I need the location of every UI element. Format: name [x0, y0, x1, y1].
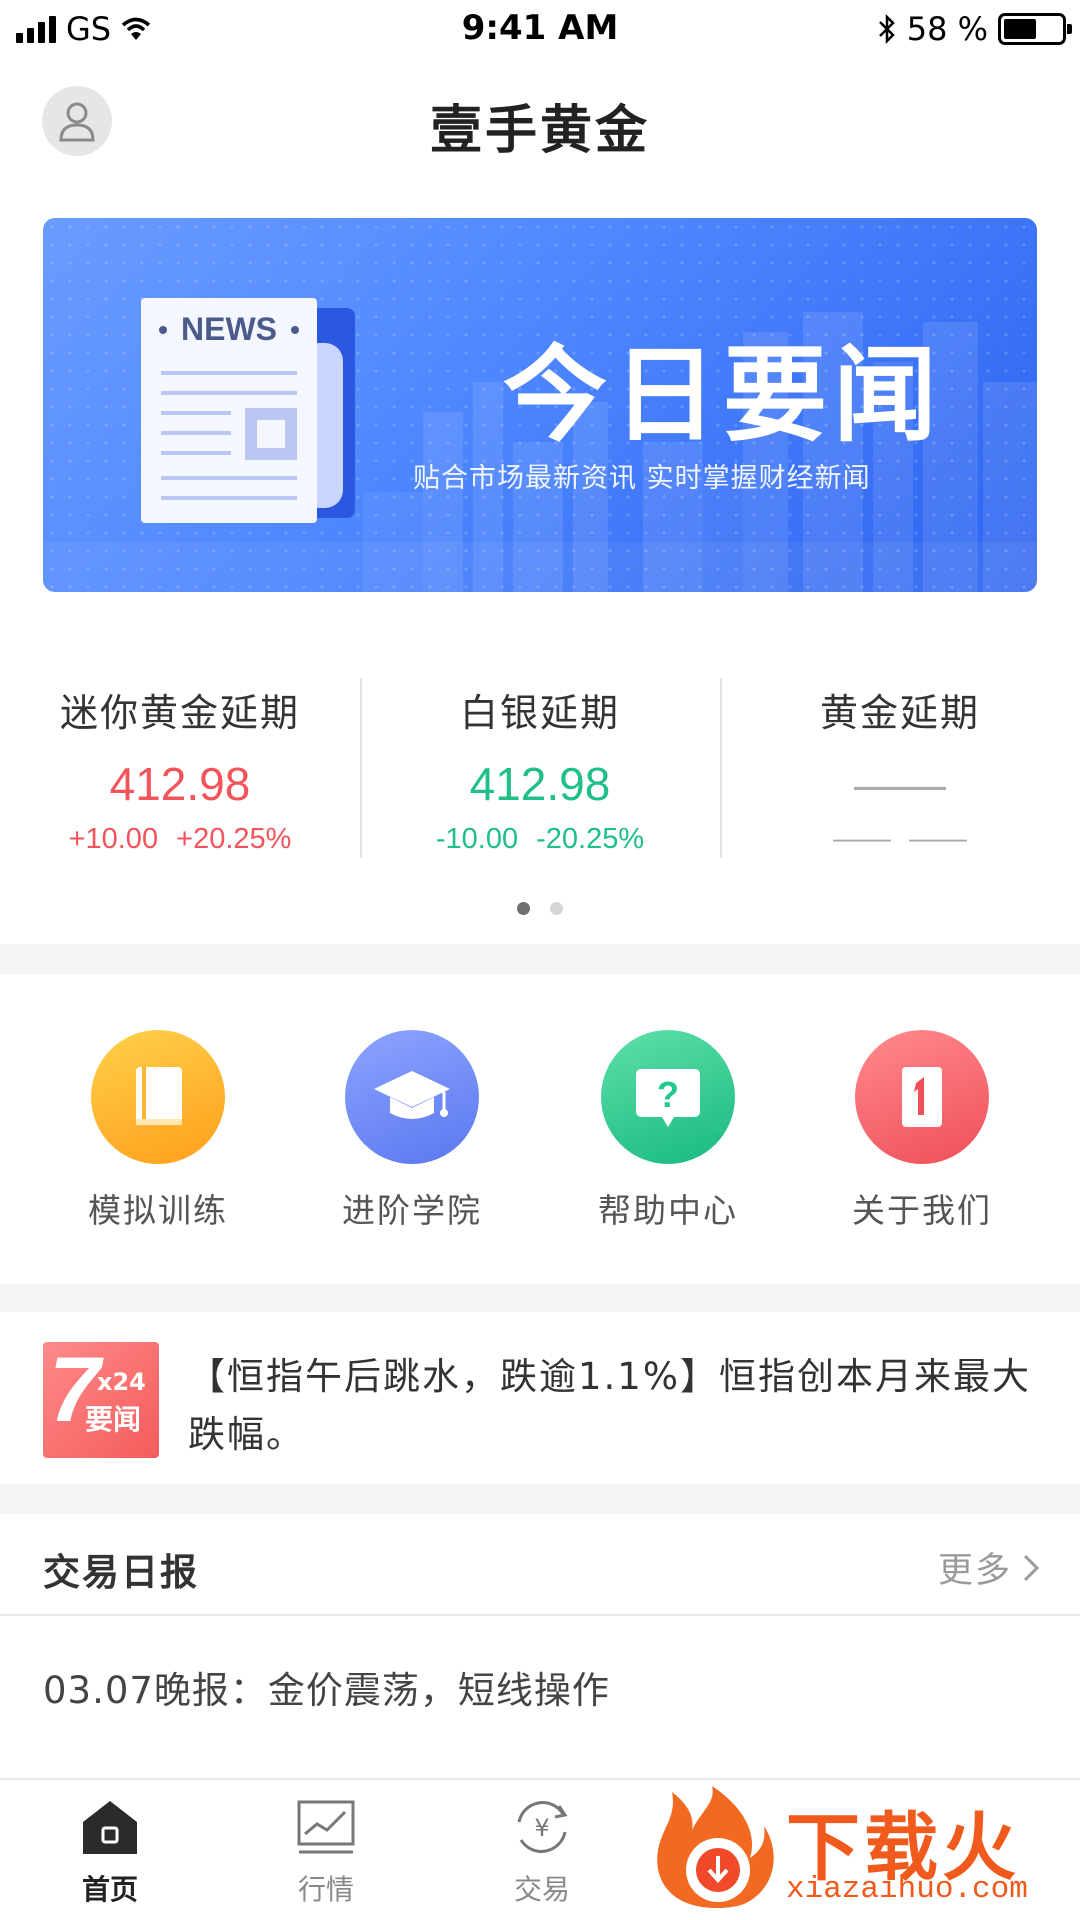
tab-label: 行情 [297, 1873, 354, 1906]
ticker-headline[interactable]: 【恒指午后跳水，跌逾1.1%】恒指创本月来最大跌幅。 [188, 1348, 1048, 1464]
quote-price: 412.98 [109, 758, 251, 810]
banner-subtitle: 贴合市场最新资讯 实时掌握财经新闻 [413, 463, 871, 494]
quote-change: -10.00 [435, 823, 519, 855]
feature-academy[interactable]: 进阶学院 [312, 1030, 512, 1232]
feature-label: 进阶学院 [342, 1191, 482, 1230]
newspaper-icon: NEWS [141, 298, 355, 523]
quote-change: +10.00 [68, 823, 159, 855]
section-divider [0, 1284, 1080, 1312]
tab-home[interactable]: 首页 [40, 1798, 180, 1908]
quote-change-pct: -20.25% [536, 823, 645, 855]
news-banner[interactable]: NEWS 今日要闻 贴合市场最新资讯 实时掌握财经新闻 [43, 218, 1037, 592]
graduation-cap-icon [345, 1030, 479, 1164]
7x24-news-badge: 7 x24 要闻 [43, 1339, 159, 1458]
chevron-right-icon [1023, 1554, 1040, 1581]
section-divider [0, 1484, 1080, 1514]
page-title: 壹手黄金 [429, 101, 650, 161]
flame-logo-icon [657, 1786, 774, 1908]
exchange-icon: ¥ [517, 1801, 568, 1853]
watermark-logo: 下载火 xiazaihuo.com [646, 1784, 1066, 1914]
bluetooth-icon [878, 13, 895, 45]
quote-name: 迷你黄金延期 [59, 691, 300, 735]
quote-item-gold[interactable]: 黄金延期 —— —— —— [720, 670, 1080, 870]
feature-grid: 模拟训练 进阶学院 ? 帮助中心 关于我们 [0, 1030, 1080, 1230]
battery-icon [998, 13, 1072, 45]
news-label: NEWS [181, 311, 277, 347]
quote-name: 黄金延期 [819, 691, 980, 735]
feature-label: 帮助中心 [598, 1191, 738, 1230]
book-icon [91, 1030, 225, 1164]
more-label: 更多 [937, 1551, 1012, 1591]
quote-name: 白银延期 [459, 691, 620, 735]
quote-price: 412.98 [469, 758, 611, 810]
banner-title: 今日要闻 [503, 334, 944, 456]
more-link[interactable]: 更多 [938, 1542, 1040, 1593]
about-icon [855, 1030, 989, 1164]
section-title: 交易日报 [43, 1551, 199, 1594]
quote-carousel[interactable]: 迷你黄金延期 412.98 +10.00 +20.25% 白银延期 412.98… [0, 670, 1080, 870]
app-screen: GS 9:41 AM 58 % 壹手黄金 NEWS 今日要闻 贴合市场最新资讯 … [0, 0, 1080, 1920]
quote-price: —— [854, 758, 946, 810]
carousel-dot-active[interactable] [517, 902, 530, 915]
quote-change-pct: +20.25% [176, 823, 292, 855]
quote-change: —— [832, 823, 891, 855]
battery-percent: 58 % [906, 10, 988, 48]
feature-help[interactable]: ? 帮助中心 [568, 1030, 768, 1232]
feature-about[interactable]: 关于我们 [822, 1030, 1022, 1232]
svg-text:?: ? [657, 1074, 679, 1115]
badge-label: 要闻 [85, 1403, 142, 1436]
feature-label: 关于我们 [852, 1191, 992, 1230]
question-icon: ? [601, 1030, 735, 1164]
carousel-indicator [0, 900, 1080, 919]
report-list-item[interactable]: 03.07晚报：金价震荡，短线操作 [43, 1660, 610, 1714]
quote-item-mini-gold[interactable]: 迷你黄金延期 412.98 +10.00 +20.25% [0, 670, 360, 870]
tab-label: 首页 [81, 1873, 138, 1906]
feature-simulation[interactable]: 模拟训练 [58, 1030, 258, 1232]
quote-change-pct: —— [909, 823, 968, 855]
tab-trade[interactable]: ¥ 交易 [472, 1798, 612, 1908]
quote-item-silver[interactable]: 白银延期 412.98 -10.00 -20.25% [360, 670, 720, 870]
home-icon [83, 1801, 137, 1854]
section-divider [0, 944, 1080, 974]
status-bar: GS 9:41 AM 58 % [0, 0, 1080, 58]
badge-suffix: x24 [97, 1368, 146, 1396]
bottom-tab-bar: 首页 行情 ¥ 交易 下载火 xiazaihuo.com [0, 1778, 1080, 1920]
daily-report-header: 交易日报 更多 [0, 1514, 1080, 1616]
tab-label: 交易 [513, 1873, 570, 1906]
watermark-url: xiazaihuo.com [786, 1872, 1028, 1907]
app-header: 壹手黄金 [0, 58, 1080, 184]
carousel-dot[interactable] [550, 902, 563, 915]
news-ticker[interactable]: 7 x24 要闻 【恒指午后跳水，跌逾1.1%】恒指创本月来最大跌幅。 [0, 1310, 1080, 1482]
chart-icon [297, 1800, 355, 1854]
feature-label: 模拟训练 [88, 1191, 228, 1230]
svg-text:¥: ¥ [534, 1814, 549, 1842]
tab-market[interactable]: 行情 [256, 1798, 396, 1908]
